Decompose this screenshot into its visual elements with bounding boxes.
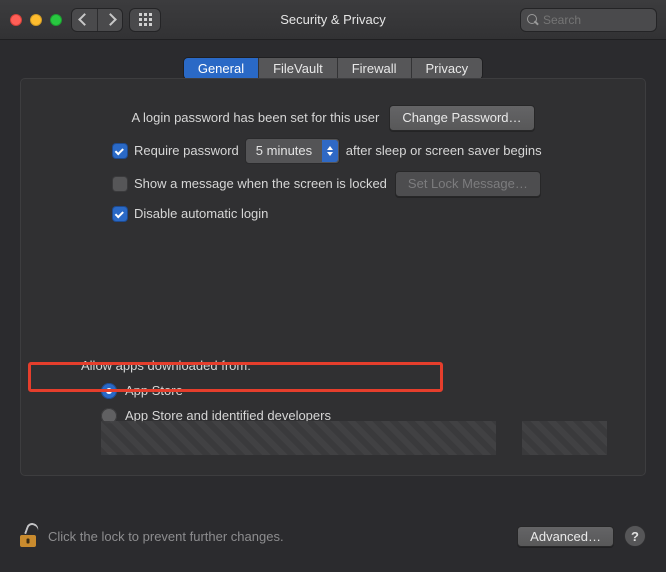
forward-button[interactable]	[97, 9, 122, 31]
login-password-label: A login password has been set for this u…	[131, 108, 379, 128]
grid-icon	[139, 13, 152, 26]
redacted-region	[101, 421, 496, 455]
show-message-checkbox[interactable]	[113, 177, 127, 191]
require-password-delay-select[interactable]: 5 minutes	[245, 138, 340, 164]
checkmark-icon	[115, 209, 124, 218]
require-password-label-pre: Require password	[134, 141, 239, 161]
redacted-region	[522, 421, 607, 455]
show-message-row: Show a message when the screen is locked…	[113, 171, 623, 197]
allow-apps-header: Allow apps downloaded from:	[81, 358, 623, 373]
search-input[interactable]	[543, 13, 643, 27]
titlebar: Security & Privacy	[0, 0, 666, 40]
back-button[interactable]	[72, 9, 97, 31]
zoom-window-button[interactable]	[50, 14, 62, 26]
radio-app-store-row: App Store	[101, 381, 623, 401]
nav-buttons	[72, 9, 122, 31]
tab-general[interactable]: General	[184, 58, 258, 79]
login-password-row: A login password has been set for this u…	[43, 105, 623, 131]
allow-apps-radiogroup: App Store App Store and identified devel…	[101, 381, 623, 426]
tab-filevault[interactable]: FileVault	[258, 58, 337, 79]
close-window-button[interactable]	[10, 14, 22, 26]
search-icon	[527, 14, 539, 26]
window-title: Security & Privacy	[280, 12, 385, 27]
stepper-icon	[322, 140, 338, 162]
minimize-window-button[interactable]	[30, 14, 42, 26]
footer-bar: Click the lock to prevent further change…	[0, 510, 666, 572]
require-password-checkbox[interactable]	[113, 144, 127, 158]
disable-auto-login-label: Disable automatic login	[134, 204, 268, 224]
radio-app-store-label: App Store	[125, 381, 183, 401]
search-field[interactable]	[521, 9, 656, 31]
set-lock-message-button[interactable]: Set Lock Message…	[395, 171, 541, 197]
advanced-button[interactable]: Advanced…	[517, 526, 614, 547]
tab-privacy[interactable]: Privacy	[411, 58, 483, 79]
help-button[interactable]: ?	[624, 525, 646, 547]
tab-bar: General FileVault Firewall Privacy	[0, 58, 666, 79]
tab-firewall[interactable]: Firewall	[337, 58, 411, 79]
show-message-label: Show a message when the screen is locked	[134, 174, 387, 194]
require-password-delay-value: 5 minutes	[256, 143, 312, 158]
main-content: General FileVault Firewall Privacy A log…	[0, 40, 666, 572]
radio-app-store[interactable]	[101, 383, 117, 399]
chevron-right-icon	[104, 13, 117, 26]
change-password-button[interactable]: Change Password…	[389, 105, 534, 131]
require-password-label-post: after sleep or screen saver begins	[346, 141, 542, 161]
window-controls	[10, 14, 62, 26]
checkmark-icon	[115, 146, 124, 155]
require-password-row: Require password 5 minutes after sleep o…	[113, 138, 623, 164]
disable-auto-login-checkbox[interactable]	[113, 207, 127, 221]
lock-hint-label: Click the lock to prevent further change…	[48, 529, 284, 544]
lock-icon[interactable]	[20, 525, 38, 547]
disable-auto-login-row: Disable automatic login	[113, 204, 623, 224]
chevron-left-icon	[78, 13, 91, 26]
general-pane: A login password has been set for this u…	[20, 78, 646, 476]
show-all-button[interactable]	[130, 9, 160, 31]
